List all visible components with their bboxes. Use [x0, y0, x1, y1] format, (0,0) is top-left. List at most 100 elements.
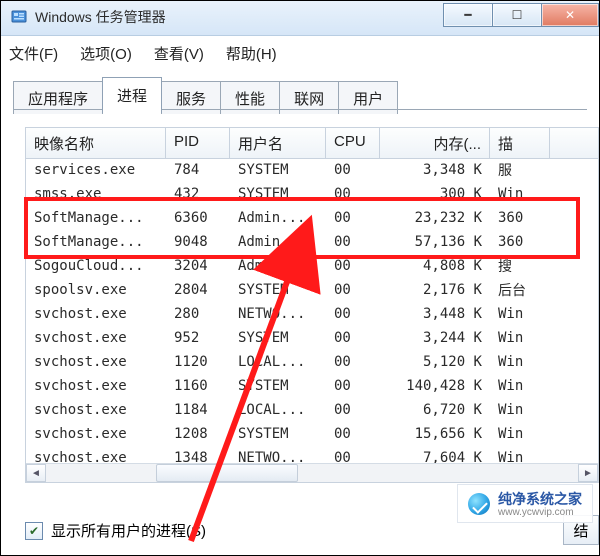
scroll-thumb[interactable] [156, 464, 298, 482]
cell: 00 [326, 426, 380, 442]
cell: 7,604 K [380, 450, 490, 464]
cell: 280 [166, 306, 230, 322]
cell: 搜 [490, 256, 550, 276]
cell: 784 [166, 162, 230, 178]
table-row[interactable]: SoftManage...9048Admin...0057,136 K360 [26, 230, 598, 254]
col-user[interactable]: 用户名 [230, 128, 326, 158]
cell: 服 [490, 160, 550, 180]
cell: Win [490, 330, 550, 346]
table-row[interactable]: smss.exe432SYSTEM00300 KWin [26, 182, 598, 206]
cell: svchost.exe [26, 378, 166, 394]
cell: 5,120 K [380, 354, 490, 370]
cell: 1160 [166, 378, 230, 394]
cell: svchost.exe [26, 426, 166, 442]
cell: SogouCloud... [26, 258, 166, 274]
cell: 57,136 K [380, 234, 490, 250]
cell: Win [490, 186, 550, 202]
watermark-name: 纯净系统之家 [498, 491, 582, 507]
col-image-name[interactable]: 映像名称 [26, 128, 166, 158]
cell: 9048 [166, 234, 230, 250]
watermark-url: www.ycwvip.com [498, 507, 582, 518]
cell: SYSTEM [230, 162, 326, 178]
cell: 2,176 K [380, 282, 490, 298]
cell: 1120 [166, 354, 230, 370]
watermark: 纯净系统之家 www.ycwvip.com [457, 484, 593, 523]
cell: services.exe [26, 162, 166, 178]
show-all-users-checkbox[interactable]: ✔ [25, 522, 43, 540]
cell: 00 [326, 306, 380, 322]
cell: svchost.exe [26, 402, 166, 418]
cell: 1208 [166, 426, 230, 442]
cell: SYSTEM [230, 282, 326, 298]
table-row[interactable]: SogouCloud...3204Admin...004,808 K搜 [26, 254, 598, 278]
show-all-users-label: 显示所有用户的进程(S) [51, 520, 206, 541]
window-title: Windows 任务管理器 [35, 7, 166, 27]
minimize-icon: ━ [464, 8, 471, 22]
cell: 4,808 K [380, 258, 490, 274]
cell: 后台 [490, 280, 550, 300]
cell: 00 [326, 186, 380, 202]
maximize-icon: ☐ [512, 8, 523, 22]
table-row[interactable]: SoftManage...6360Admin...0023,232 K360 [26, 206, 598, 230]
cell: svchost.exe [26, 450, 166, 464]
cell: Win [490, 402, 550, 418]
cell: svchost.exe [26, 330, 166, 346]
close-button[interactable]: ✕ [541, 3, 599, 27]
table-body: services.exe784SYSTEM003,348 K服smss.exe4… [26, 158, 598, 464]
table-row[interactable]: svchost.exe1348NETWO...007,604 KWin [26, 446, 598, 464]
scroll-left-button[interactable]: ◄ [26, 464, 46, 482]
cell: 23,232 K [380, 210, 490, 226]
minimize-button[interactable]: ━ [443, 3, 493, 27]
menu-view[interactable]: 查看(V) [154, 43, 204, 64]
cell: 00 [326, 354, 380, 370]
tab-processes[interactable]: 进程 [102, 77, 162, 113]
table-row[interactable]: svchost.exe280NETWO...003,448 KWin [26, 302, 598, 326]
table-row[interactable]: svchost.exe1208SYSTEM0015,656 KWin [26, 422, 598, 446]
cell: 3204 [166, 258, 230, 274]
cell: 360 [490, 210, 550, 226]
cell: 360 [490, 234, 550, 250]
app-icon [11, 9, 27, 25]
cell: 00 [326, 330, 380, 346]
cell: 1184 [166, 402, 230, 418]
menu-file[interactable]: 文件(F) [9, 43, 58, 64]
cell: 952 [166, 330, 230, 346]
cell: svchost.exe [26, 354, 166, 370]
cell: SoftManage... [26, 210, 166, 226]
cell: 15,656 K [380, 426, 490, 442]
table-row[interactable]: services.exe784SYSTEM003,348 K服 [26, 158, 598, 182]
menu-help[interactable]: 帮助(H) [226, 43, 277, 64]
cell: 00 [326, 258, 380, 274]
col-desc[interactable]: 描 [490, 128, 550, 158]
menu-options[interactable]: 选项(O) [80, 43, 132, 64]
cell: SYSTEM [230, 378, 326, 394]
col-pid[interactable]: PID [166, 128, 230, 158]
cell: NETWO... [230, 306, 326, 322]
cell: Win [490, 354, 550, 370]
table-row[interactable]: spoolsv.exe2804SYSTEM002,176 K后台 [26, 278, 598, 302]
cell: SYSTEM [230, 186, 326, 202]
scroll-right-button[interactable]: ► [578, 464, 598, 482]
col-memory[interactable]: 内存(... [380, 128, 490, 158]
cell: 3,348 K [380, 162, 490, 178]
horizontal-scrollbar[interactable]: ◄ ► [26, 463, 598, 482]
table-row[interactable]: svchost.exe1184LOCAL...006,720 KWin [26, 398, 598, 422]
watermark-logo-icon [468, 493, 490, 515]
maximize-button[interactable]: ☐ [492, 3, 542, 27]
cell: 3,244 K [380, 330, 490, 346]
cell: smss.exe [26, 186, 166, 202]
cell: Admin... [230, 258, 326, 274]
cell: SYSTEM [230, 330, 326, 346]
cell: 2804 [166, 282, 230, 298]
cell: 432 [166, 186, 230, 202]
tab-strip: 应用程序 进程 服务 性能 联网 用户 [13, 77, 397, 113]
menu-bar: 文件(F) 选项(O) 查看(V) 帮助(H) [9, 43, 277, 64]
col-cpu[interactable]: CPU [326, 128, 380, 158]
cell: Admin... [230, 210, 326, 226]
table-row[interactable]: svchost.exe1120LOCAL...005,120 KWin [26, 350, 598, 374]
table-row[interactable]: svchost.exe1160SYSTEM00140,428 KWin [26, 374, 598, 398]
cell: SoftManage... [26, 234, 166, 250]
cell: 140,428 K [380, 378, 490, 394]
table-row[interactable]: svchost.exe952SYSTEM003,244 KWin [26, 326, 598, 350]
close-icon: ✕ [565, 8, 575, 22]
